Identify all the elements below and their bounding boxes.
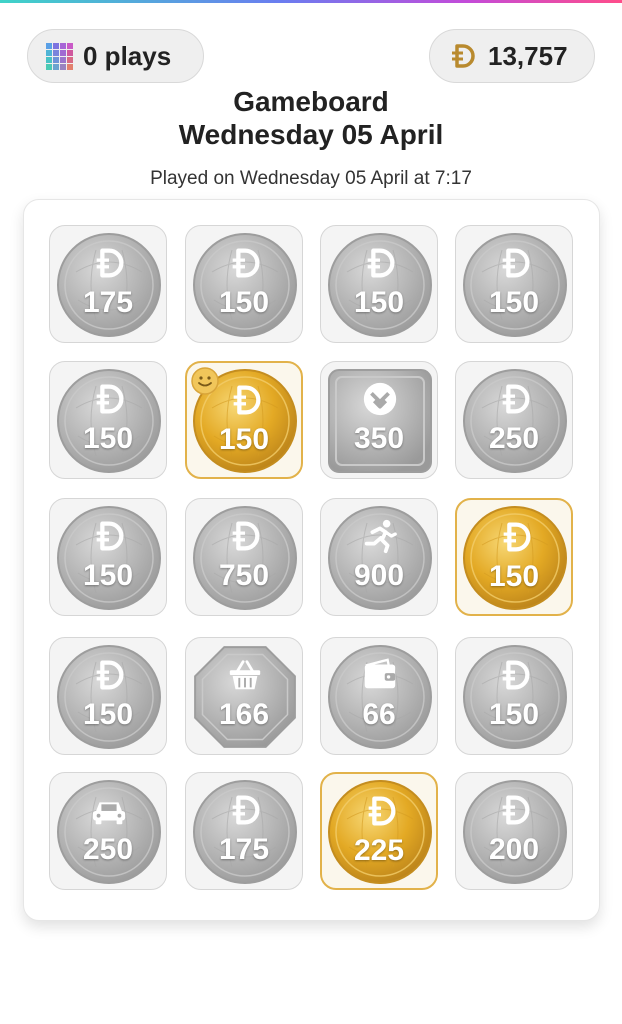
tile-value: 225	[353, 834, 405, 867]
basket-icon	[229, 660, 261, 690]
coin-icon	[502, 795, 530, 825]
board-tile[interactable]: 150	[455, 498, 573, 616]
page-date: Wednesday 05 April	[178, 119, 444, 150]
coin-icon	[96, 660, 124, 690]
tile-value: 150	[353, 286, 405, 319]
coin-icon	[96, 384, 124, 414]
tile-value: 250	[488, 422, 540, 455]
board-tile[interactable]: 350	[320, 361, 438, 479]
page-title: Gameboard	[233, 86, 389, 117]
tile-value: 150	[488, 286, 540, 319]
tile-value: 150	[218, 286, 270, 319]
plays-count: 0 plays	[83, 40, 172, 71]
coin-icon	[232, 521, 260, 551]
wallet-icon	[364, 658, 396, 689]
board-tile[interactable]: 150	[185, 225, 303, 343]
coin-icon	[232, 248, 260, 278]
tile-value: 250	[82, 833, 134, 866]
board-tile[interactable]: 200	[455, 772, 573, 890]
tile-value: 66	[362, 698, 396, 731]
gameboard: 175 150 150 150 150 150 350 250 150 750 900 150 150 1…	[23, 199, 600, 921]
board-tile[interactable]: 750	[185, 498, 303, 616]
chevron-badge-icon	[363, 382, 397, 416]
coin-icon	[503, 522, 531, 552]
currency-icon	[452, 44, 475, 68]
board-tile[interactable]: 150	[49, 637, 167, 755]
coin-icon	[502, 660, 530, 690]
tile-value: 350	[353, 422, 405, 455]
board-tile[interactable]: 150	[49, 361, 167, 479]
board-tile[interactable]: 66	[320, 637, 438, 755]
tile-value: 150	[488, 698, 540, 731]
coin-icon	[96, 521, 124, 551]
coin-icon	[502, 248, 530, 278]
board-tile[interactable]: 175	[185, 772, 303, 890]
board-tile[interactable]: 250	[49, 772, 167, 890]
coin-icon	[502, 384, 530, 414]
tile-value: 175	[82, 286, 134, 319]
tile-value: 150	[82, 559, 134, 592]
coin-icon	[233, 385, 261, 415]
board-tile[interactable]: 175	[49, 225, 167, 343]
smiley-icon	[191, 367, 219, 395]
board-tile[interactable]: 150	[320, 225, 438, 343]
coin-icon	[367, 248, 395, 278]
balance-pill[interactable]: 13,757	[429, 29, 595, 83]
top-accent-bar	[0, 0, 622, 3]
tile-value: 150	[82, 422, 134, 455]
coin-icon	[368, 796, 396, 826]
tile-value: 150	[218, 423, 270, 456]
board-tile[interactable]: 250	[455, 361, 573, 479]
board-tile[interactable]: 150	[49, 498, 167, 616]
runner-icon	[364, 519, 397, 554]
tile-value: 175	[218, 833, 270, 866]
plays-pill[interactable]: 0 plays	[27, 29, 204, 83]
coin-icon	[96, 248, 124, 278]
played-on-text: Played on Wednesday 05 April at 7:17	[150, 168, 472, 189]
tile-value: 750	[218, 559, 270, 592]
board-tile[interactable]: 900	[320, 498, 438, 616]
board-tile[interactable]: 150	[455, 225, 573, 343]
tile-value: 150	[488, 560, 540, 593]
car-icon	[92, 802, 126, 825]
tile-value: 900	[353, 559, 405, 592]
grid-icon	[46, 42, 73, 70]
board-tile[interactable]: 150	[185, 361, 303, 479]
board-tile[interactable]: 166	[185, 637, 303, 755]
tile-value: 150	[82, 698, 134, 731]
coin-icon	[232, 795, 260, 825]
balance-amount: 13,757	[488, 40, 568, 71]
board-tile[interactable]: 150	[455, 637, 573, 755]
tile-value: 166	[218, 698, 270, 731]
tile-value: 200	[488, 833, 540, 866]
board-tile[interactable]: 225	[320, 772, 438, 890]
